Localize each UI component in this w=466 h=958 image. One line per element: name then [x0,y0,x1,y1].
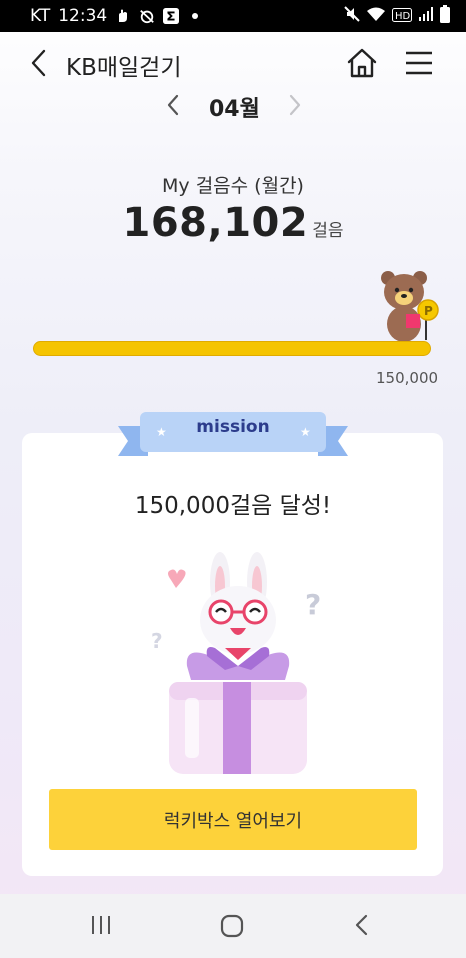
open-lucky-box-button[interactable]: 럭키박스 열어보기 [49,789,417,850]
back-icon [355,914,368,936]
status-right: HD [344,5,450,27]
mute-icon [344,6,360,26]
chevron-left-icon [31,49,46,77]
menu-button[interactable] [404,48,434,78]
next-month-button[interactable] [284,94,304,116]
sigma-icon [163,8,180,24]
steps-progress-bar [33,341,431,356]
hd-icon: HD [392,7,412,26]
home-circle-icon [220,914,244,938]
clock: 12:34 [58,6,108,26]
back-button[interactable] [26,48,54,78]
month-label: 04월 [209,97,260,122]
system-home-button[interactable] [219,913,245,939]
chevron-right-icon [289,94,301,116]
hamburger-menu-icon [406,51,432,75]
app-title: KB매일걷기 [66,55,182,81]
svg-text:?: ? [151,629,163,653]
signal-icon [418,6,434,26]
recent-apps-button[interactable] [89,914,113,936]
system-nav-bar [0,894,466,958]
status-bar: KT 12:34 HD [0,0,466,32]
carrier-label: KT [30,6,51,26]
home-button[interactable] [345,46,379,80]
monthly-steps-title: My 걸음수 (월간) [162,175,304,197]
app-header: KB매일걷기 [0,32,466,94]
system-back-button[interactable] [352,914,372,936]
steps-count: 168,102 [122,200,309,246]
steps-value-wrap: 168,102 걸음 [0,200,466,246]
dot-icon [187,8,203,24]
battery-icon [440,5,450,27]
svg-text:HD: HD [395,11,411,22]
notification-off-icon [139,8,155,24]
progress-fill [33,341,431,356]
steps-unit: 걸음 [312,221,344,241]
svg-text:P: P [424,304,433,318]
rabbit-gift-illustration: ? ? [151,552,321,774]
home-icon [347,48,377,78]
bear-mascot-icon: P [378,268,444,346]
hand-icon [115,8,131,24]
status-left: KT 12:34 [30,6,203,26]
goal-label: 150,000 [376,369,439,387]
month-nav: 04월 [0,90,466,122]
wifi-icon [366,6,386,26]
previous-month-button[interactable] [164,94,184,116]
recent-apps-icon [92,916,110,934]
mission-ribbon-label: mission [196,417,270,437]
svg-text:?: ? [305,588,321,621]
chevron-left-icon [167,94,179,116]
mission-headline: 150,000걸음 달성! [134,493,332,519]
